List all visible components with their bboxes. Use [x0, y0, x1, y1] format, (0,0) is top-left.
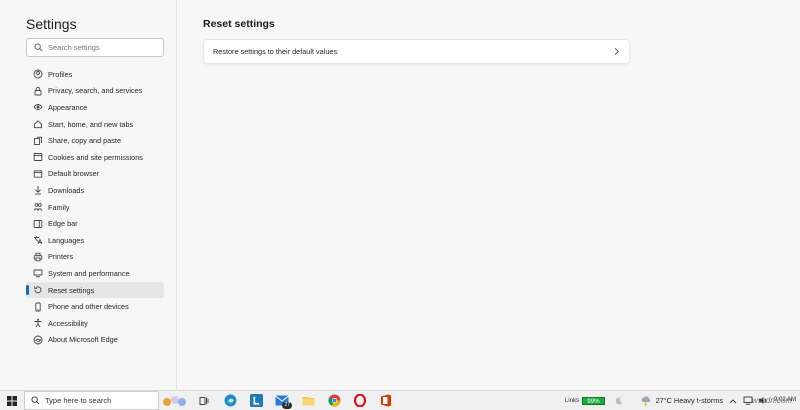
- sidebar: Settings Profiles Privacy, search, and s…: [0, 0, 177, 390]
- sidebar-item-label: Family: [48, 202, 70, 212]
- sidebar-item-phone-devices[interactable]: Phone and other devices: [26, 298, 164, 315]
- sidebar-item-label: Edge bar: [48, 219, 78, 229]
- sidebar-item-label: Languages: [48, 235, 85, 245]
- sidebar-item-label: System and performance: [48, 268, 130, 278]
- sidebar-item-label: Phone and other devices: [48, 302, 129, 312]
- restore-defaults-label: Restore settings to their default values: [213, 47, 338, 56]
- edge-bar-icon: [33, 219, 43, 229]
- printer-icon: [33, 252, 43, 262]
- settings-window: Settings Profiles Privacy, search, and s…: [0, 0, 800, 390]
- browser-icon: [33, 169, 43, 179]
- home-icon: [33, 119, 43, 129]
- sidebar-item-label: Downloads: [48, 185, 85, 195]
- sidebar-item-downloads[interactable]: Downloads: [26, 182, 164, 199]
- sidebar-item-label: Accessibility: [48, 318, 88, 328]
- main-content: Reset settings Restore settings to their…: [177, 0, 800, 390]
- lock-icon: [33, 86, 43, 96]
- l-app-icon[interactable]: [245, 391, 267, 410]
- sidebar-item-languages[interactable]: Languages: [26, 232, 164, 249]
- chevron-right-icon: [614, 47, 620, 56]
- language-icon: [33, 235, 43, 245]
- opera-icon[interactable]: [349, 391, 371, 410]
- search-input[interactable]: [48, 43, 158, 52]
- sidebar-item-label: Default browser: [48, 169, 100, 179]
- share-icon: [33, 136, 43, 146]
- start-button[interactable]: [0, 391, 24, 410]
- cookie-icon: [33, 152, 43, 162]
- edge-icon: [33, 335, 43, 345]
- sidebar-item-start-home[interactable]: Start, home, and new tabs: [26, 116, 164, 133]
- search-icon: [31, 396, 40, 405]
- mail-count-badge: 27: [282, 401, 292, 409]
- news-widget-icon[interactable]: [161, 392, 189, 410]
- weather-text[interactable]: 27°C Heavy t-storms: [656, 396, 723, 405]
- watermark: wsxdn.com: [751, 396, 792, 405]
- chrome-icon[interactable]: [323, 391, 345, 410]
- profile-icon: [33, 69, 43, 79]
- sidebar-item-label: Start, home, and new tabs: [48, 119, 134, 129]
- sidebar-item-label: Printers: [48, 252, 74, 262]
- sidebar-item-accessibility[interactable]: Accessibility: [26, 315, 164, 332]
- moon-icon[interactable]: [614, 396, 624, 406]
- system-icon: [33, 268, 43, 278]
- sidebar-item-privacy[interactable]: Privacy, search, and services: [26, 83, 164, 100]
- sidebar-title: Settings: [26, 16, 77, 32]
- weather-storm-icon[interactable]: [640, 395, 652, 406]
- search-icon: [34, 43, 43, 52]
- sidebar-item-default-browser[interactable]: Default browser: [26, 166, 164, 183]
- battery-meter[interactable]: 99%: [582, 396, 605, 405]
- sidebar-item-family[interactable]: Family: [26, 199, 164, 216]
- taskbar: Type here to search 27 Links 99% 27°C He…: [0, 390, 800, 410]
- windows-icon: [7, 395, 17, 406]
- sidebar-item-system[interactable]: System and performance: [26, 265, 164, 282]
- reset-icon: [33, 285, 43, 295]
- sidebar-item-label: Share, copy and paste: [48, 136, 122, 146]
- sidebar-item-label: Reset settings: [48, 285, 95, 295]
- office-icon[interactable]: [375, 391, 397, 410]
- edge-taskbar-icon[interactable]: [219, 391, 241, 410]
- sidebar-item-label: About Microsoft Edge: [48, 335, 118, 345]
- family-icon: [33, 202, 43, 212]
- sidebar-item-appearance[interactable]: Appearance: [26, 99, 164, 116]
- sidebar-nav: Profiles Privacy, search, and services A…: [0, 66, 176, 348]
- sidebar-item-about-edge[interactable]: About Microsoft Edge: [26, 332, 164, 349]
- sidebar-item-cookies[interactable]: Cookies and site permissions: [26, 149, 164, 166]
- appearance-icon: [33, 102, 43, 112]
- accessibility-icon: [33, 318, 43, 328]
- sidebar-item-label: Profiles: [48, 69, 73, 79]
- sidebar-item-label: Cookies and site permissions: [48, 152, 143, 162]
- taskbar-search-box[interactable]: Type here to search: [24, 391, 159, 410]
- task-view-icon[interactable]: [193, 391, 215, 410]
- sidebar-item-label: Privacy, search, and services: [48, 86, 143, 96]
- sidebar-item-profiles[interactable]: Profiles: [26, 66, 164, 83]
- sidebar-item-reset-settings[interactable]: Reset settings: [26, 281, 164, 299]
- links-toolbar-label[interactable]: Links: [565, 397, 579, 404]
- sidebar-item-share-copy[interactable]: Share, copy and paste: [26, 132, 164, 149]
- file-explorer-icon[interactable]: [297, 391, 319, 410]
- phone-icon: [33, 302, 43, 312]
- chevron-up-icon[interactable]: [728, 396, 738, 406]
- sidebar-item-edge-bar[interactable]: Edge bar: [26, 215, 164, 232]
- mail-icon[interactable]: 27: [271, 391, 293, 410]
- download-icon: [33, 185, 43, 195]
- restore-defaults-row[interactable]: Restore settings to their default values: [203, 39, 630, 64]
- sidebar-item-label: Appearance: [48, 102, 88, 112]
- taskbar-search-text: Type here to search: [45, 396, 112, 405]
- page-title: Reset settings: [203, 18, 275, 30]
- sidebar-item-printers[interactable]: Printers: [26, 249, 164, 266]
- search-settings-box[interactable]: [26, 38, 164, 57]
